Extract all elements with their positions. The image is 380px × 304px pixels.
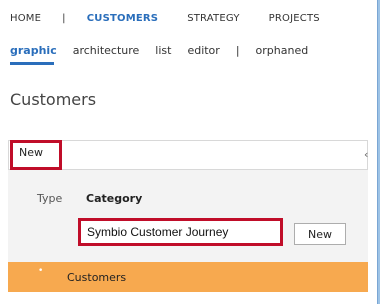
nav-separator: | (62, 12, 66, 24)
view-tabs: graphic architecture list editor | orpha… (10, 42, 308, 58)
tab-separator: | (235, 43, 240, 57)
toolbar (8, 140, 368, 170)
chevron-left-icon[interactable]: ‹ (364, 148, 368, 161)
tab-orphaned[interactable]: orphaned (256, 44, 309, 57)
nav-strategy[interactable]: STRATEGY (187, 13, 239, 24)
type-value: Category (86, 192, 143, 205)
type-label: Type (37, 192, 63, 205)
nav-projects[interactable]: PROJECTS (269, 13, 320, 24)
active-tab-indicator (10, 62, 54, 65)
create-button[interactable]: New (294, 223, 346, 245)
nav-customers[interactable]: CUSTOMERS (87, 13, 158, 24)
tab-list[interactable]: list (155, 44, 171, 57)
new-button[interactable]: New (10, 140, 62, 170)
new-item-form (8, 170, 368, 262)
top-navigation: HOME | CUSTOMERS STRATEGY PROJECTS (10, 11, 320, 25)
tree-item-label: Customers (67, 271, 127, 284)
tree-bullet-icon: • (38, 266, 44, 276)
tab-architecture[interactable]: architecture (73, 44, 140, 57)
tab-graphic[interactable]: graphic (10, 44, 57, 57)
name-input[interactable] (78, 218, 283, 246)
main-panel: HOME | CUSTOMERS STRATEGY PROJECTS graph… (0, 0, 378, 304)
nav-home[interactable]: HOME (10, 13, 41, 24)
page-title: Customers (10, 90, 97, 109)
tree-item-customers[interactable] (8, 262, 368, 292)
tab-editor[interactable]: editor (187, 44, 219, 57)
